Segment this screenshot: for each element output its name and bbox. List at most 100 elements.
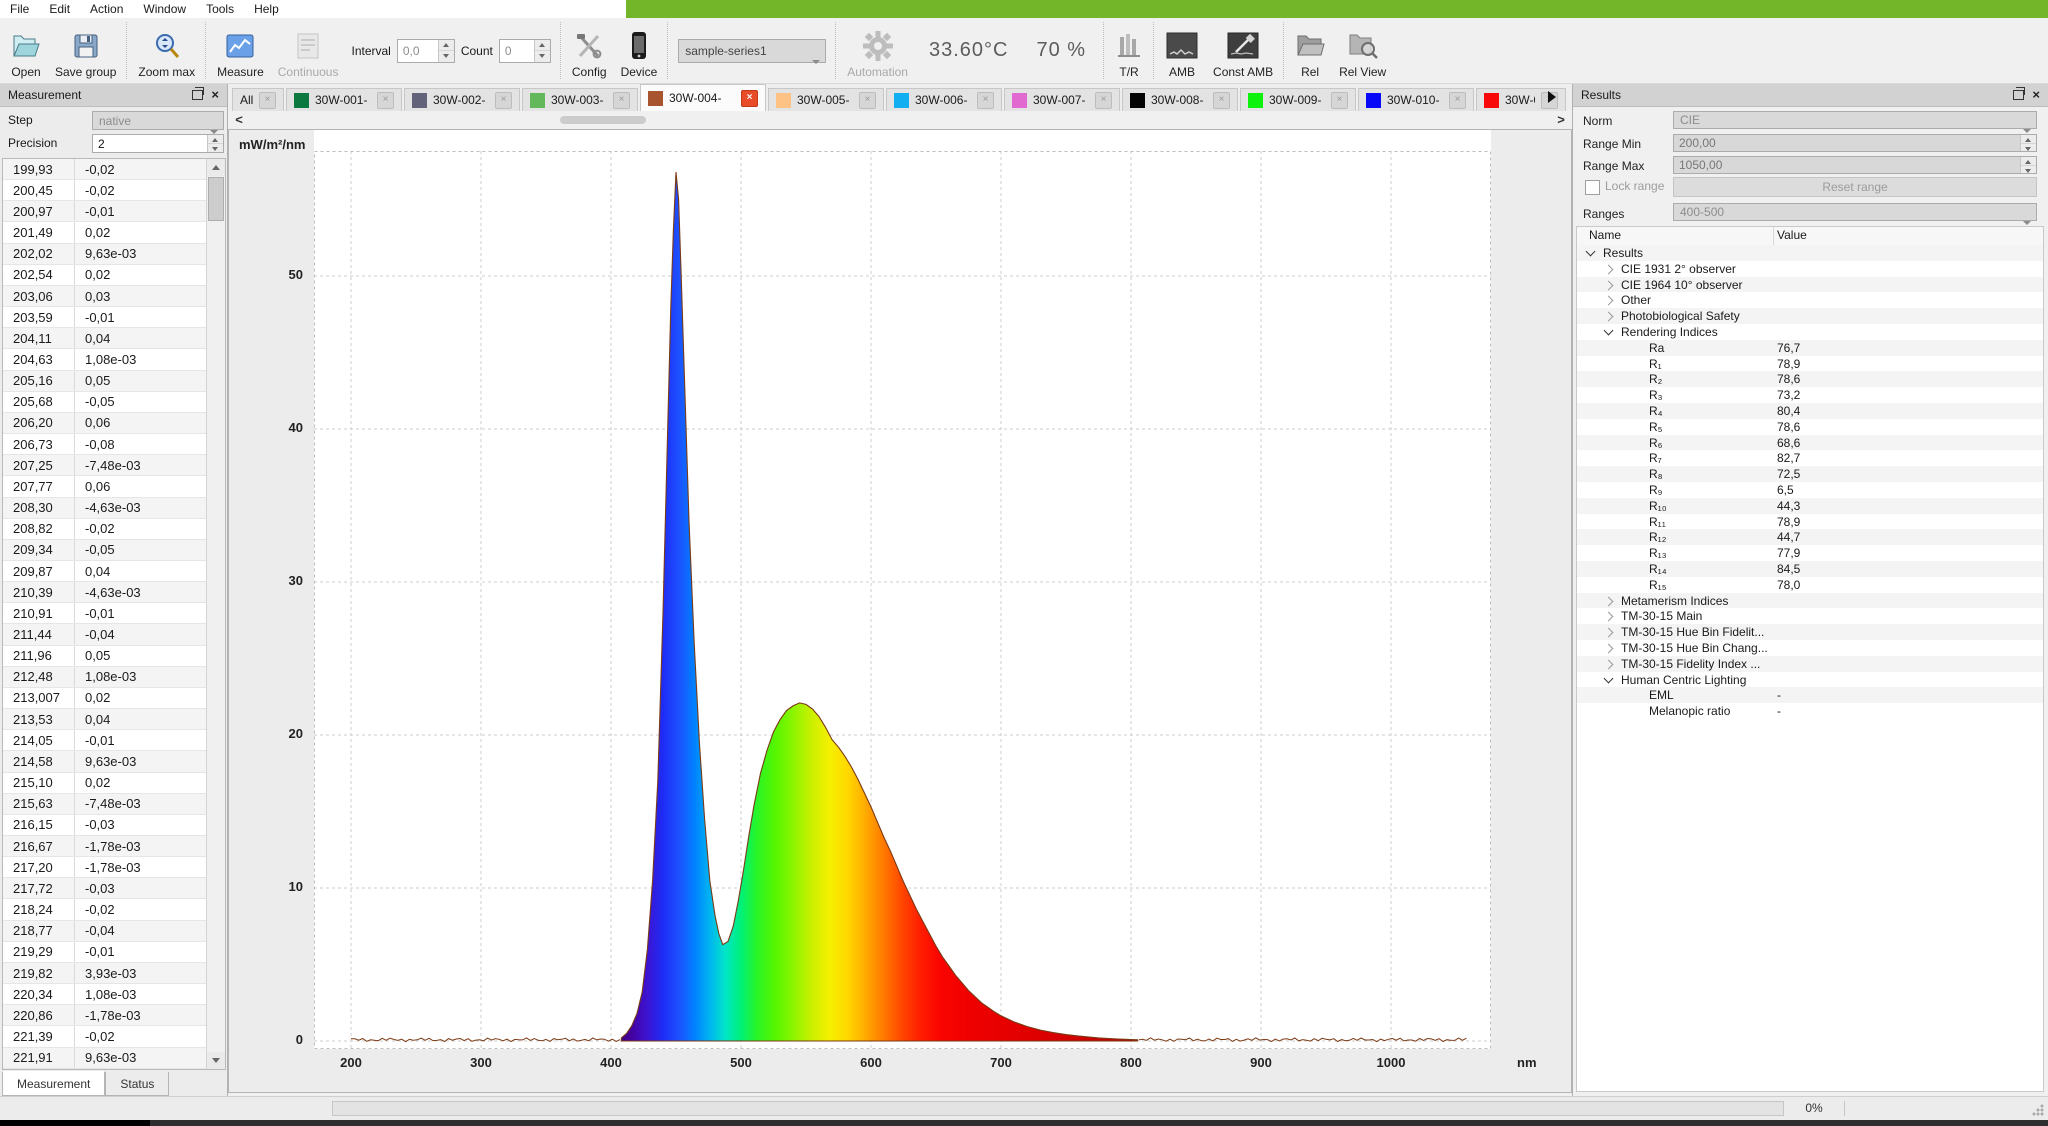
table-row[interactable]: 206,200,06 <box>3 413 207 434</box>
chevron-collapsed-icon[interactable] <box>1604 612 1614 622</box>
table-row[interactable]: 208,30-4,63e-03 <box>3 498 207 519</box>
tab-30W-006[interactable]: 30W-006-× <box>886 88 1002 111</box>
tab-30W-003[interactable]: 30W-003-× <box>522 88 638 111</box>
tab-close-icon[interactable]: × <box>1213 92 1230 109</box>
name-column-header[interactable]: Name <box>1589 228 1621 242</box>
tree-row[interactable]: Results <box>1577 245 2043 261</box>
tree-row[interactable]: R₆68,6 <box>1577 435 2043 451</box>
tab-30W-007[interactable]: 30W-007-× <box>1004 88 1120 111</box>
tree-row[interactable]: Rendering Indices <box>1577 324 2043 340</box>
spectrum-plot[interactable] <box>314 151 1491 1049</box>
menu-item-action[interactable]: Action <box>80 0 133 18</box>
table-row[interactable]: 220,341,08e-03 <box>3 984 207 1005</box>
scroll-up-icon[interactable] <box>207 159 225 176</box>
range-min-input[interactable]: 200,00 <box>1673 134 2037 152</box>
tree-row[interactable]: R₁78,9 <box>1577 356 2043 372</box>
table-row[interactable]: 217,20-1,78e-03 <box>3 857 207 878</box>
table-row[interactable]: 203,060,03 <box>3 286 207 307</box>
tab-30W-009[interactable]: 30W-009-× <box>1240 88 1356 111</box>
table-row[interactable]: 210,39-4,63e-03 <box>3 582 207 603</box>
tree-row[interactable]: R₁₃77,9 <box>1577 545 2043 561</box>
tree-row[interactable]: Other <box>1577 292 2043 308</box>
reset-range-button[interactable]: Reset range <box>1673 177 2037 197</box>
table-row[interactable]: 215,63-7,48e-03 <box>3 794 207 815</box>
tab-30W-010[interactable]: 30W-010-× <box>1358 88 1474 111</box>
interval-input[interactable]: 0,0 <box>397 39 455 63</box>
rel-view-button[interactable]: Rel View <box>1332 18 1393 83</box>
table-row[interactable]: 211,44-0,04 <box>3 624 207 645</box>
ranges-select[interactable]: 400-500 <box>1673 203 2037 221</box>
float-panel-icon[interactable] <box>192 90 203 100</box>
tree-row[interactable]: R₇82,7 <box>1577 450 2043 466</box>
tree-row[interactable]: CIE 1964 10° observer <box>1577 277 2043 293</box>
table-scrollbar[interactable] <box>206 159 225 1069</box>
tree-row[interactable]: TM-30-15 Fidelity Index ... <box>1577 656 2043 672</box>
tab-close-icon[interactable]: × <box>259 92 276 109</box>
chevron-expanded-icon[interactable] <box>1586 247 1596 257</box>
tab-close-icon[interactable]: × <box>1449 92 1466 109</box>
tree-row[interactable]: CIE 1931 2° observer <box>1577 261 2043 277</box>
tab-30W-005[interactable]: 30W-005-× <box>768 88 884 111</box>
chevron-collapsed-icon[interactable] <box>1604 312 1614 322</box>
tab-close-icon[interactable]: × <box>1331 92 1348 109</box>
table-row[interactable]: 219,29-0,01 <box>3 942 207 963</box>
tab-All[interactable]: All× <box>232 88 284 111</box>
chevron-collapsed-icon[interactable] <box>1604 596 1614 606</box>
table-row[interactable]: 216,67-1,78e-03 <box>3 836 207 857</box>
tree-row[interactable]: Ra76,7 <box>1577 340 2043 356</box>
menu-item-tools[interactable]: Tools <box>196 0 244 18</box>
table-row[interactable]: 199,93-0,02 <box>3 159 207 180</box>
open-button[interactable]: Open <box>4 18 48 83</box>
resize-grip-icon[interactable] <box>2032 1104 2044 1116</box>
chevron-expanded-icon[interactable] <box>1604 673 1614 683</box>
tab-30W-008[interactable]: 30W-008-× <box>1122 88 1238 111</box>
tab-close-icon[interactable]: × <box>741 90 758 107</box>
tab-close-icon[interactable]: × <box>1095 92 1112 109</box>
table-row[interactable]: 201,490,02 <box>3 222 207 243</box>
tree-row[interactable]: R₁₅78,0 <box>1577 577 2043 593</box>
chevron-collapsed-icon[interactable] <box>1604 280 1614 290</box>
table-row[interactable]: 207,25-7,48e-03 <box>3 455 207 476</box>
tree-row[interactable]: R₃73,2 <box>1577 387 2043 403</box>
table-row[interactable]: 209,870,04 <box>3 561 207 582</box>
table-row[interactable]: 200,45-0,02 <box>3 180 207 201</box>
tree-row[interactable]: TM-30-15 Main <box>1577 608 2043 624</box>
tr-button[interactable]: T/R <box>1108 18 1150 83</box>
chevron-collapsed-icon[interactable] <box>1604 644 1614 654</box>
chevron-collapsed-icon[interactable] <box>1604 296 1614 306</box>
tree-row[interactable]: Photobiological Safety <box>1577 308 2043 324</box>
table-row[interactable]: 209,34-0,05 <box>3 540 207 561</box>
interval-spin-arrows[interactable] <box>438 40 454 62</box>
range-min-spin-arrows[interactable] <box>2020 135 2036 151</box>
table-row[interactable]: 211,960,05 <box>3 646 207 667</box>
continuous-button[interactable]: Continuous <box>271 18 346 83</box>
tree-row[interactable]: R₄80,4 <box>1577 403 2043 419</box>
chevron-collapsed-icon[interactable] <box>1604 628 1614 638</box>
tree-row[interactable]: R₅78,6 <box>1577 419 2043 435</box>
tab-close-icon[interactable]: × <box>613 92 630 109</box>
table-row[interactable]: 204,110,04 <box>3 328 207 349</box>
table-row[interactable]: 207,770,06 <box>3 476 207 497</box>
menu-item-edit[interactable]: Edit <box>39 0 80 18</box>
amb-button[interactable]: AMB <box>1158 18 1206 83</box>
table-row[interactable]: 218,24-0,02 <box>3 899 207 920</box>
table-row[interactable]: 216,15-0,03 <box>3 815 207 836</box>
table-row[interactable]: 213,530,04 <box>3 709 207 730</box>
chevron-collapsed-icon[interactable] <box>1604 264 1614 274</box>
lock-range-checkbox[interactable] <box>1585 180 1600 195</box>
chevron-expanded-icon[interactable] <box>1604 326 1614 336</box>
tree-row[interactable]: R₁₂44,7 <box>1577 529 2043 545</box>
table-row[interactable]: 214,589,63e-03 <box>3 751 207 772</box>
table-row[interactable]: 221,39-0,02 <box>3 1026 207 1047</box>
table-row[interactable]: 205,160,05 <box>3 371 207 392</box>
precision-input[interactable]: 2 <box>92 134 224 153</box>
close-panel-icon[interactable]: × <box>2032 89 2040 101</box>
table-row[interactable]: 200,97-0,01 <box>3 201 207 222</box>
table-row[interactable]: 220,86-1,78e-03 <box>3 1005 207 1026</box>
table-row[interactable]: 205,68-0,05 <box>3 392 207 413</box>
tab-close-icon[interactable]: × <box>977 92 994 109</box>
tab-close-icon[interactable]: × <box>495 92 512 109</box>
close-panel-icon[interactable]: × <box>211 89 219 101</box>
scrollbar-thumb[interactable] <box>208 177 224 221</box>
table-row[interactable]: 204,631,08e-03 <box>3 349 207 370</box>
